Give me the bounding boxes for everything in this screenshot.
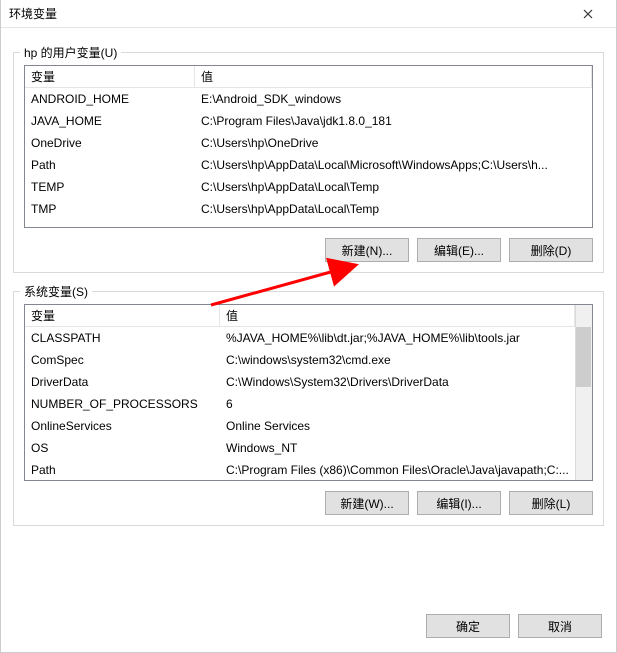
- sys-vars-header: 变量 值: [25, 305, 592, 327]
- table-row[interactable]: Path C:\Program Files (x86)\Common Files…: [25, 459, 592, 481]
- user-vars-list[interactable]: 变量 值 ANDROID_HOME E:\Android_SDK_windows…: [24, 65, 593, 228]
- table-row[interactable]: JAVA_HOME C:\Program Files\Java\jdk1.8.0…: [25, 110, 592, 132]
- close-button[interactable]: [568, 0, 608, 27]
- sys-edit-button[interactable]: 编辑(I)...: [417, 491, 501, 515]
- sys-vars-buttons: 新建(W)... 编辑(I)... 删除(L): [24, 491, 593, 515]
- table-row[interactable]: DriverData C:\Windows\System32\Drivers\D…: [25, 371, 592, 393]
- col-header-value[interactable]: 值: [220, 305, 575, 326]
- table-row[interactable]: ANDROID_HOME E:\Android_SDK_windows: [25, 88, 592, 110]
- table-row[interactable]: TEMP C:\Users\hp\AppData\Local\Temp: [25, 176, 592, 198]
- col-header-name[interactable]: 变量: [25, 66, 195, 87]
- dialog-content: hp 的用户变量(U) 变量 值 ANDROID_HOME E:\Android…: [1, 28, 616, 604]
- ok-button[interactable]: 确定: [426, 614, 510, 638]
- table-row[interactable]: OS Windows_NT: [25, 437, 592, 459]
- user-vars-group-label: hp 的用户变量(U): [20, 44, 121, 61]
- close-icon: [583, 9, 593, 19]
- user-vars-group: hp 的用户变量(U) 变量 值 ANDROID_HOME E:\Android…: [13, 52, 604, 273]
- user-new-button[interactable]: 新建(N)...: [325, 238, 409, 262]
- table-row[interactable]: OneDrive C:\Users\hp\OneDrive: [25, 132, 592, 154]
- sys-vars-group: 系统变量(S) 变量 值 CLASSPATH %JAVA_HOME%\lib\d…: [13, 291, 604, 526]
- sys-new-button[interactable]: 新建(W)...: [325, 491, 409, 515]
- sys-vars-scrollbar[interactable]: [575, 305, 592, 480]
- table-row[interactable]: CLASSPATH %JAVA_HOME%\lib\dt.jar;%JAVA_H…: [25, 327, 592, 349]
- table-row[interactable]: OnlineServices Online Services: [25, 415, 592, 437]
- user-edit-button[interactable]: 编辑(E)...: [417, 238, 501, 262]
- table-row[interactable]: NUMBER_OF_PROCESSORS 6: [25, 393, 592, 415]
- env-vars-dialog: 环境变量 hp 的用户变量(U) 变量 值 ANDROID_HOME E:\An…: [0, 0, 617, 653]
- col-header-value[interactable]: 值: [195, 66, 592, 87]
- window-title: 环境变量: [9, 5, 568, 22]
- sys-delete-button[interactable]: 删除(L): [509, 491, 593, 515]
- cancel-button[interactable]: 取消: [518, 614, 602, 638]
- sys-vars-group-label: 系统变量(S): [20, 283, 92, 300]
- dialog-footer: 确定 取消: [1, 604, 616, 652]
- user-vars-buttons: 新建(N)... 编辑(E)... 删除(D): [24, 238, 593, 262]
- user-delete-button[interactable]: 删除(D): [509, 238, 593, 262]
- table-row[interactable]: ComSpec C:\windows\system32\cmd.exe: [25, 349, 592, 371]
- user-vars-header: 变量 值: [25, 66, 592, 88]
- titlebar: 环境变量: [1, 0, 616, 28]
- col-header-name[interactable]: 变量: [25, 305, 220, 326]
- sys-vars-list[interactable]: 变量 值 CLASSPATH %JAVA_HOME%\lib\dt.jar;%J…: [24, 304, 593, 481]
- table-row[interactable]: TMP C:\Users\hp\AppData\Local\Temp: [25, 198, 592, 220]
- scrollbar-thumb[interactable]: [576, 327, 591, 387]
- table-row[interactable]: Path C:\Users\hp\AppData\Local\Microsoft…: [25, 154, 592, 176]
